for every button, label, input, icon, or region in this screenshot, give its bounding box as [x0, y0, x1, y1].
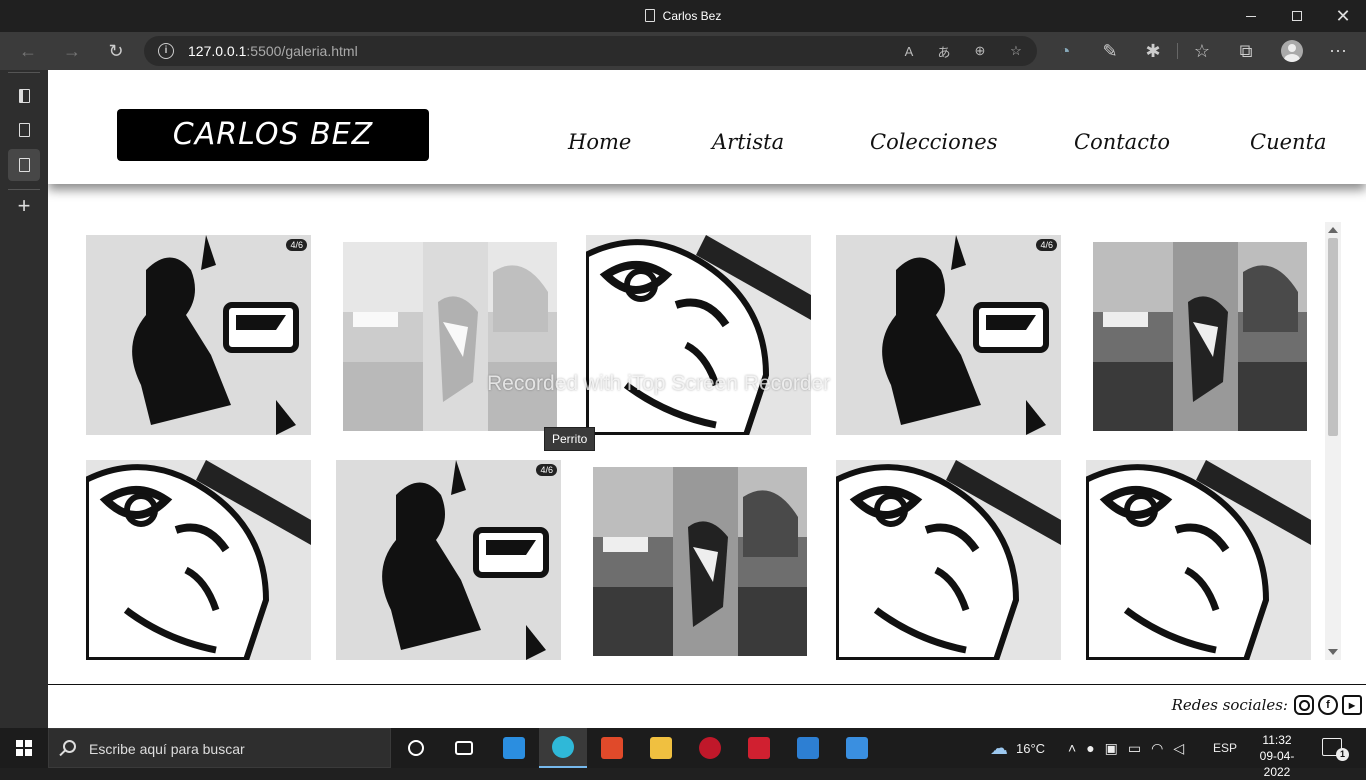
browser-toolbar: ← → ↻ i 127.0.0.1:5500/galeria.html A あ …	[0, 32, 1366, 70]
cloud-icon: ☁	[990, 737, 1008, 758]
scroll-down-arrow[interactable]	[1328, 649, 1338, 655]
site-header: CARLOS BEZ Home Artista Colecciones Cont…	[48, 70, 1366, 184]
window-title-text: Carlos Bez	[662, 9, 722, 23]
task-view-icon[interactable]	[440, 728, 488, 768]
clock[interactable]: 11:32 09-04-2022	[1248, 732, 1306, 780]
tab-active-page-icon[interactable]	[8, 149, 40, 181]
new-tab-icon[interactable]: +	[8, 190, 40, 222]
nav-artista[interactable]: Artista	[712, 130, 784, 154]
close-button[interactable]: ✕	[1320, 0, 1366, 32]
gallery-image[interactable]	[836, 460, 1061, 660]
nav-colecciones[interactable]: Colecciones	[870, 130, 997, 154]
recorder-watermark: Recorded with iTop Screen Recorder	[487, 372, 831, 395]
site-info-icon[interactable]: i	[158, 43, 174, 59]
clock-time: 11:32	[1262, 733, 1292, 747]
favorites-icon[interactable]: ☆	[1188, 37, 1216, 65]
youtube-icon[interactable]: ▶	[1342, 695, 1362, 715]
favorite-add-icon[interactable]: ☆	[1006, 41, 1026, 61]
translate-icon[interactable]: あ	[934, 41, 954, 61]
start-button[interactable]	[0, 728, 48, 768]
windows-taskbar: Escribe aquí para buscar ☁ 16°C ˄ ● ▣ ▭ …	[0, 728, 1366, 779]
office-icon[interactable]	[588, 728, 636, 768]
instagram-icon[interactable]	[1294, 695, 1314, 715]
footer-divider	[48, 684, 1366, 685]
temperature: 16°C	[1016, 740, 1046, 756]
read-aloud-icon[interactable]: A	[899, 41, 919, 61]
gallery-image[interactable]: 4/6	[836, 235, 1061, 435]
facebook-icon[interactable]: f	[1318, 695, 1338, 715]
site-logo[interactable]: CARLOS BEZ	[117, 109, 429, 161]
vertical-tabs-panel: +	[0, 70, 48, 728]
gallery-image[interactable]: 4/6	[336, 460, 561, 660]
window-title: Carlos Bez	[0, 9, 1366, 23]
language-indicator[interactable]: ESP	[1213, 728, 1237, 768]
windows-logo-icon	[16, 740, 32, 756]
scroll-thumb[interactable]	[1328, 238, 1338, 436]
battery-icon[interactable]: ▭	[1128, 740, 1141, 757]
clock-date: 09-04-2022	[1259, 749, 1295, 779]
image-count-badge: 4/6	[286, 239, 307, 251]
address-bar[interactable]: i 127.0.0.1:5500/galeria.html A あ ⊕ ☆	[144, 36, 1037, 66]
file-explorer-icon[interactable]	[637, 728, 685, 768]
system-tray: ˄ ● ▣ ▭ ◠ ◁	[1068, 728, 1184, 768]
maximize-button[interactable]	[1274, 0, 1320, 32]
image-count-badge: 4/6	[1036, 239, 1057, 251]
search-icon	[63, 740, 76, 753]
zoom-icon[interactable]: ⊕	[970, 41, 990, 61]
extension-pen-icon[interactable]: ✎	[1096, 37, 1124, 65]
gallery-image[interactable]	[1093, 242, 1307, 431]
taskbar-search[interactable]: Escribe aquí para buscar	[48, 728, 391, 768]
refresh-icon[interactable]: ↻	[102, 37, 130, 65]
nav-cuenta[interactable]: Cuenta	[1250, 130, 1327, 154]
minimize-button[interactable]	[1228, 0, 1274, 32]
window-titlebar: Carlos Bez ✕	[0, 0, 1366, 32]
toolbar-divider	[1177, 43, 1178, 59]
more-menu-icon[interactable]: ⋯	[1324, 37, 1352, 65]
notification-count: 1	[1336, 748, 1349, 761]
site-footer: Redes sociales: f ▶	[1172, 692, 1366, 718]
gallery-image[interactable]	[1086, 460, 1311, 660]
search-placeholder: Escribe aquí para buscar	[89, 741, 245, 757]
gallery-image[interactable]	[343, 242, 557, 431]
forward-icon[interactable]: →	[58, 37, 86, 65]
notification-center-icon[interactable]: 1	[1322, 738, 1349, 761]
gallery-image[interactable]: 4/6	[86, 235, 311, 435]
social-label: Redes sociales:	[1171, 696, 1288, 714]
url-text[interactable]: 127.0.0.1:5500/galeria.html	[188, 43, 358, 59]
gallery-image[interactable]	[593, 467, 807, 656]
tray-chevron-icon[interactable]: ˄	[1068, 740, 1076, 756]
gallery-image[interactable]	[586, 235, 811, 435]
nav-home[interactable]: Home	[568, 130, 631, 154]
photos-icon[interactable]	[833, 728, 881, 768]
back-icon[interactable]: ←	[14, 37, 42, 65]
collections-icon[interactable]: ⧉	[1232, 37, 1260, 65]
tray-app-icon[interactable]: ●	[1086, 740, 1094, 756]
nav-contacto[interactable]: Contacto	[1074, 130, 1170, 154]
web-page: CARLOS BEZ Home Artista Colecciones Cont…	[48, 70, 1366, 728]
image-count-badge: 4/6	[536, 464, 557, 476]
edge-icon[interactable]	[539, 728, 587, 768]
cortana-icon[interactable]	[392, 728, 440, 768]
tabs-divider	[8, 72, 40, 73]
weather-widget[interactable]: ☁ 16°C	[990, 728, 1045, 768]
meet-now-icon[interactable]: ▣	[1105, 740, 1118, 757]
gallery-scrollbar[interactable]	[1325, 222, 1341, 660]
document-icon	[644, 9, 655, 22]
gallery-image[interactable]	[86, 460, 311, 660]
image-tooltip: Perrito	[544, 427, 596, 451]
vscode-icon[interactable]	[490, 728, 538, 768]
screen-recorder-icon[interactable]	[735, 728, 783, 768]
network-icon[interactable]: ◠	[1151, 740, 1163, 757]
app-red-gear-icon[interactable]	[686, 728, 734, 768]
extensions-icon[interactable]: ✱	[1139, 37, 1167, 65]
profile-avatar[interactable]	[1281, 40, 1303, 62]
scroll-up-arrow[interactable]	[1328, 227, 1338, 233]
gallery-grid: 4/6 4/6 4/6	[48, 184, 1366, 684]
volume-icon[interactable]: ◁	[1173, 740, 1184, 757]
mail-icon[interactable]	[784, 728, 832, 768]
edge-copilot-icon[interactable]: ◔	[1051, 37, 1079, 65]
tab-actions-icon[interactable]	[8, 80, 40, 112]
tab-page-icon[interactable]	[8, 114, 40, 146]
